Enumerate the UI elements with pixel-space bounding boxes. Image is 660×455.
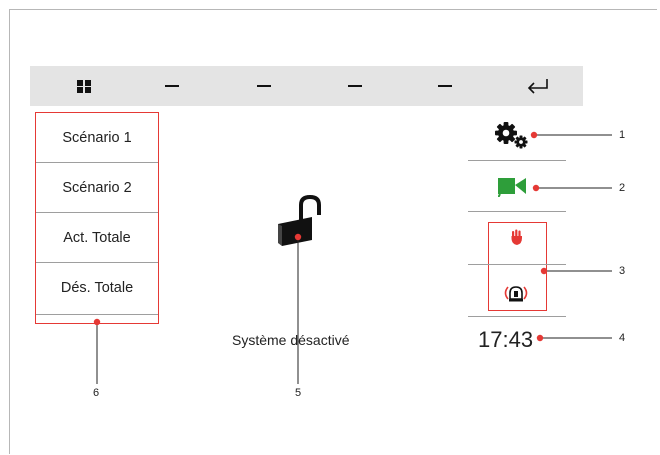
callout-label-3: 3 bbox=[619, 265, 626, 277]
callout-label-6: 6 bbox=[93, 387, 100, 399]
callout-marker-5 bbox=[294, 233, 302, 241]
callout-marker-6 bbox=[93, 318, 101, 326]
callout-marker-3 bbox=[540, 267, 548, 275]
callout-marker-1 bbox=[530, 131, 538, 139]
callout-label-2: 2 bbox=[619, 182, 626, 194]
callout-marker-2 bbox=[532, 184, 540, 192]
callout-marker-4 bbox=[536, 334, 544, 342]
callout-label-1: 1 bbox=[619, 129, 626, 141]
callout-label-5: 5 bbox=[295, 387, 302, 399]
callout-label-4: 4 bbox=[619, 332, 626, 344]
